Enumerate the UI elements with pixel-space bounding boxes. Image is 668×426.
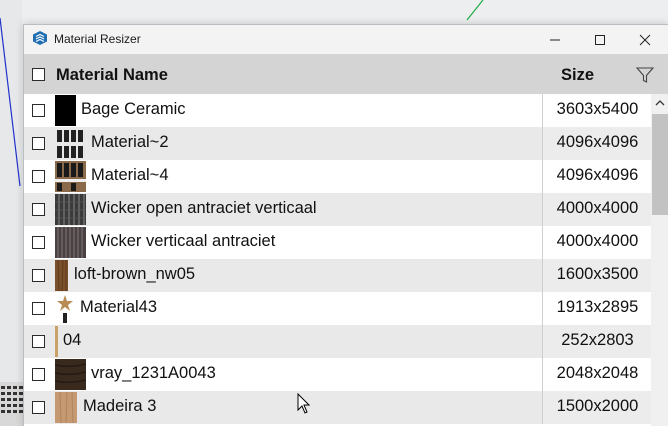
- select-all-checkbox[interactable]: [32, 68, 45, 81]
- close-icon: [639, 34, 651, 45]
- material-name: Wicker open antraciet verticaal: [91, 199, 317, 217]
- column-header-material-name[interactable]: Material Name: [56, 66, 168, 85]
- row-checkbox[interactable]: [32, 269, 45, 282]
- material-size: 252x2803: [561, 331, 634, 349]
- material-thumbnail: [55, 161, 86, 192]
- size-cell: 4000x4000: [542, 226, 651, 259]
- maximize-icon: [595, 34, 605, 45]
- column-header-size[interactable]: Size: [561, 66, 594, 85]
- material-size: 3603x5400: [556, 100, 639, 118]
- vertical-scrollbar[interactable]: [651, 94, 668, 426]
- scrollbar-thumb[interactable]: [652, 114, 668, 215]
- material-size: 4000x4000: [556, 199, 639, 217]
- close-button[interactable]: [622, 25, 668, 54]
- material-name: Material43: [80, 298, 158, 316]
- material-name: 04: [63, 331, 82, 349]
- size-cell: 1500x2000: [542, 391, 651, 424]
- material-name: Wicker verticaal antraciet: [91, 232, 276, 250]
- material-size: 4096x4096: [556, 133, 639, 151]
- table-row[interactable]: Wicker open antraciet verticaal 4000x400…: [24, 193, 651, 226]
- row-checkbox[interactable]: [32, 368, 45, 381]
- size-cell: 252x2803: [542, 325, 651, 358]
- material-thumbnail: [55, 293, 75, 324]
- row-checkbox[interactable]: [32, 104, 45, 117]
- sketchup-icon: [33, 31, 47, 45]
- size-cell: 4000x4000: [542, 193, 651, 226]
- table-row[interactable]: Wicker verticaal antraciet 4000x4000: [24, 226, 651, 259]
- size-cell: 3603x5400: [542, 94, 651, 127]
- material-name: Bage Ceramic: [81, 100, 186, 118]
- table-row[interactable]: vray_1231A0043 2048x2048: [24, 358, 651, 391]
- material-thumbnail: [55, 128, 86, 159]
- maximize-button[interactable]: [577, 25, 623, 54]
- material-name: Material~4: [91, 166, 169, 184]
- material-name: vray_1231A0043: [91, 364, 216, 382]
- material-thumbnail: [55, 227, 86, 258]
- table-row[interactable]: Material43 1913x2895: [24, 292, 651, 325]
- row-checkbox[interactable]: [32, 203, 45, 216]
- material-thumbnail: [55, 95, 76, 126]
- chevron-up-icon: [655, 100, 665, 106]
- row-checkbox[interactable]: [32, 302, 45, 315]
- material-size: 4096x4096: [556, 166, 639, 184]
- filter-icon[interactable]: [635, 65, 655, 85]
- table-row[interactable]: Madeira 3 1500x2000: [24, 391, 651, 424]
- mouse-cursor-icon: [297, 393, 311, 414]
- size-cell: 1913x2895: [542, 292, 651, 325]
- row-checkbox[interactable]: [32, 236, 45, 249]
- material-size: 1500x2000: [556, 397, 639, 415]
- material-size: 4000x4000: [556, 232, 639, 250]
- minimize-icon: [550, 39, 560, 40]
- blue-axis-line: [0, 17, 21, 187]
- material-thumbnail: [55, 260, 68, 291]
- size-cell: 2048x2048: [542, 358, 651, 391]
- material-list: Bage Ceramic 3603x5400 Material~2 4096x4…: [24, 94, 651, 426]
- size-cell: 4096x4096: [542, 127, 651, 160]
- row-checkbox[interactable]: [32, 335, 45, 348]
- row-checkbox[interactable]: [32, 401, 45, 414]
- window-title: Material Resizer: [54, 32, 141, 46]
- material-thumbnail: [55, 392, 77, 423]
- material-thumbnail: [55, 359, 86, 390]
- row-checkbox[interactable]: [32, 170, 45, 183]
- title-bar[interactable]: Material Resizer: [24, 25, 668, 54]
- material-thumbnail: [55, 326, 58, 357]
- table-row[interactable]: 04 252x2803: [24, 325, 651, 358]
- material-name: Madeira 3: [83, 397, 157, 415]
- table-row[interactable]: loft-brown_nw05 1600x3500: [24, 259, 651, 292]
- material-thumbnail: [55, 194, 86, 225]
- table-header: Material Name Size: [24, 54, 668, 94]
- material-name: loft-brown_nw05: [74, 265, 196, 283]
- material-name: Material~2: [91, 133, 169, 151]
- keyboard-model: [0, 382, 24, 426]
- table-row[interactable]: Material~4 4096x4096: [24, 160, 651, 193]
- material-resizer-window: Material Resizer Material Name Size Bage…: [23, 24, 668, 426]
- row-checkbox[interactable]: [32, 137, 45, 150]
- table-row[interactable]: Material~2 4096x4096: [24, 127, 651, 160]
- material-size: 1600x3500: [556, 265, 639, 283]
- green-axis-line: [466, 0, 484, 21]
- material-size: 1913x2895: [556, 298, 639, 316]
- size-cell: 4096x4096: [542, 160, 651, 193]
- table-row[interactable]: Bage Ceramic 3603x5400: [24, 94, 651, 127]
- minimize-button[interactable]: [532, 25, 578, 54]
- material-size: 2048x2048: [556, 364, 639, 382]
- size-cell: 1600x3500: [542, 259, 651, 292]
- scroll-up-button[interactable]: [651, 94, 668, 112]
